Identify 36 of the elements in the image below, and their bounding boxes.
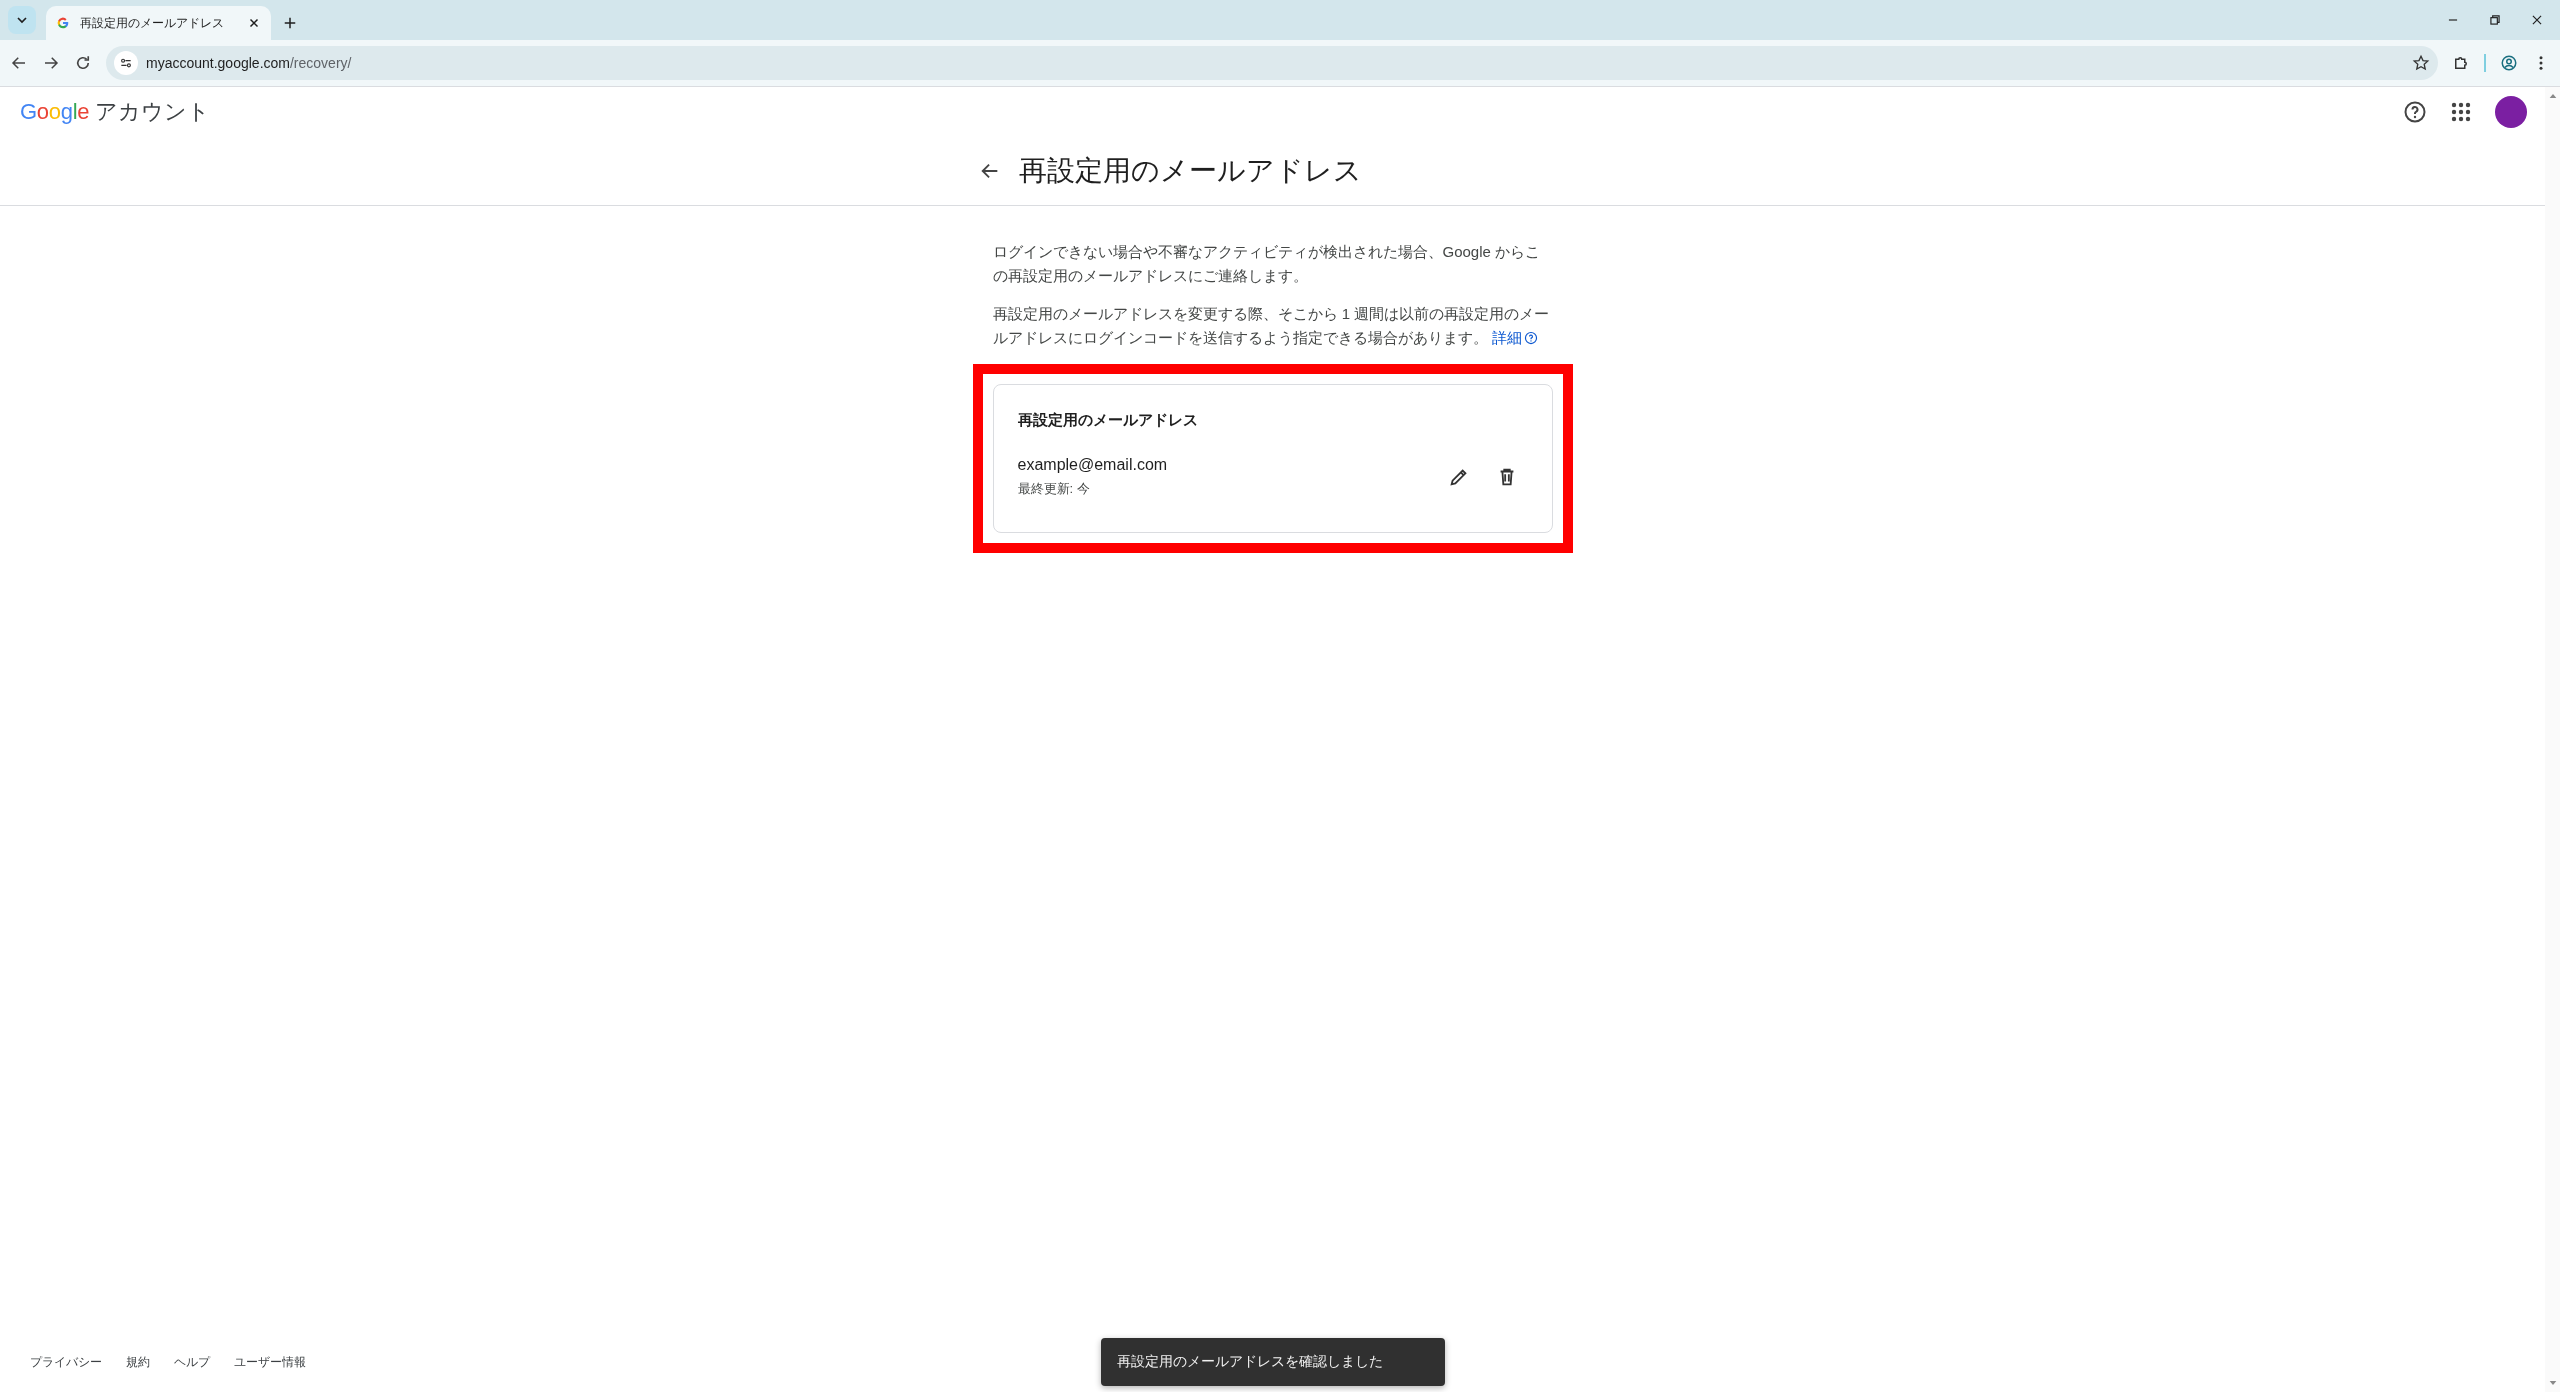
back-icon[interactable] <box>10 54 28 72</box>
reload-icon[interactable] <box>74 54 92 72</box>
url-path: /recovery/ <box>289 55 352 71</box>
avatar[interactable] <box>2495 96 2527 128</box>
page-title: 再設定用のメールアドレス <box>1018 154 1362 188</box>
tab-list-button[interactable] <box>8 6 36 34</box>
close-icon[interactable] <box>2530 13 2544 27</box>
address-bar[interactable]: myaccount.google.com/recovery/ <box>106 46 2438 80</box>
details-link[interactable]: 詳細 <box>1491 329 1538 346</box>
forward-icon[interactable] <box>42 54 60 72</box>
intro-text: ログインできない場合や不審なアクティビティが検出された場合、Google からこの再設定用のメールアドレスにご連絡します。 <box>992 242 1542 286</box>
recovery-email: example@email.com <box>1017 456 1169 474</box>
footer-link[interactable]: プライバシー <box>30 1353 102 1371</box>
close-icon[interactable] <box>247 16 261 30</box>
tab-title: 再設定用のメールアドレス <box>80 14 225 32</box>
snackbar: 再設定用のメールアドレスを確認しました <box>1101 1338 1445 1386</box>
card-heading: 再設定用のメールアドレス <box>1017 411 1199 430</box>
url-host: myaccount.google.com <box>146 55 290 71</box>
footer-link[interactable]: 規約 <box>126 1353 150 1371</box>
last-updated: 最終更新: 今 <box>1017 480 1091 498</box>
footer-link[interactable]: ヘルプ <box>174 1353 210 1371</box>
footer-link[interactable]: ユーザー情報 <box>234 1353 306 1371</box>
puzzle-icon[interactable] <box>2452 54 2470 72</box>
note-text: 再設定用のメールアドレスを変更する際、そこから 1 週間は以前の再設定用のメールアドレスにログインコードを送信するよう指定できる場合があります。 詳細 <box>992 304 1551 348</box>
pencil-icon[interactable] <box>1447 466 1470 488</box>
tune-icon[interactable] <box>119 56 133 70</box>
help-icon[interactable] <box>2403 100 2427 124</box>
apps-grid-icon[interactable] <box>2449 100 2473 124</box>
help-circle-icon <box>1523 331 1538 345</box>
product-name: アカウント <box>95 98 211 126</box>
browser-tab[interactable]: 再設定用のメールアドレス <box>46 6 271 40</box>
restore-icon[interactable] <box>2488 13 2502 27</box>
google-logo[interactable]: Google <box>20 99 90 125</box>
star-icon[interactable] <box>2412 54 2430 72</box>
profile-icon[interactable] <box>2500 54 2518 72</box>
google-g-icon <box>56 16 70 30</box>
